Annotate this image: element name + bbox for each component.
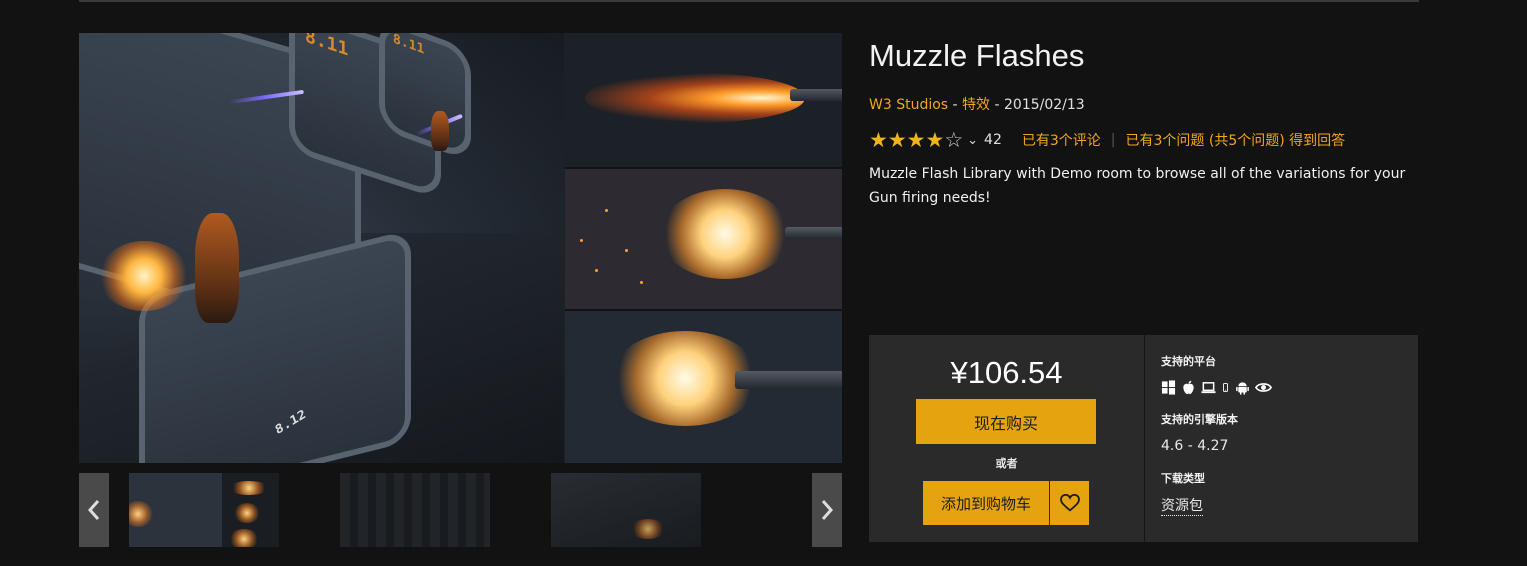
- eye-icon: [1255, 383, 1272, 392]
- panel-number: 8.11: [393, 33, 425, 58]
- star-rating[interactable]: ★★★★☆: [869, 127, 964, 152]
- spark: [595, 269, 598, 272]
- chevron-down-icon[interactable]: ⌄: [967, 133, 978, 148]
- thumbnail-flash: [229, 529, 259, 547]
- flash-burst: [660, 189, 790, 279]
- chevron-left-icon: [87, 500, 100, 520]
- wishlist-button[interactable]: [1050, 481, 1089, 525]
- seller-link[interactable]: W3 Studios: [869, 97, 948, 113]
- gun-barrel: [785, 227, 842, 239]
- price: ¥106.54: [950, 355, 1063, 390]
- thumbnail-1[interactable]: [129, 473, 279, 547]
- download-type-value: 资源包: [1161, 495, 1203, 516]
- panel-number: 8.11: [305, 33, 349, 61]
- rating-count: 42: [984, 132, 1002, 148]
- flash-example-2: [565, 169, 842, 309]
- gallery-next-button[interactable]: [812, 473, 842, 547]
- reviews-link[interactable]: 已有3个评论: [1022, 130, 1101, 150]
- add-to-cart-button[interactable]: 添加到购物车: [923, 481, 1049, 525]
- or-label: 或者: [995, 457, 1018, 470]
- mobile-icon: [1223, 383, 1228, 392]
- soldier-figure: [195, 213, 239, 323]
- buy-now-button[interactable]: 现在购买: [916, 399, 1096, 444]
- gun-barrel: [735, 371, 842, 389]
- demo-room-scene: 8.11 8.11 8.12: [79, 33, 564, 463]
- download-label: 下载类型: [1161, 472, 1205, 485]
- meta-separator: -: [948, 97, 963, 113]
- panel-number: 8.12: [273, 407, 308, 439]
- thumbnail-flash: [631, 519, 665, 539]
- heart-icon: [1059, 494, 1080, 512]
- platform-icons: [1161, 380, 1272, 395]
- star-filled-icon: ★: [887, 127, 907, 152]
- meta-separator: -: [990, 97, 1004, 113]
- star-filled-icon: ★: [869, 127, 888, 152]
- flash-example-1: [565, 33, 842, 167]
- questions-link[interactable]: 已有3个问题 (共5个问题) 得到回答: [1126, 130, 1346, 150]
- laptop-icon: [1201, 382, 1216, 394]
- android-icon: [1236, 382, 1249, 395]
- spark: [580, 239, 583, 242]
- engine-label: 支持的引擎版本: [1161, 413, 1238, 426]
- gallery-prev-button[interactable]: [79, 473, 109, 547]
- spark: [640, 281, 643, 284]
- flash-example-3: [565, 311, 842, 463]
- rating-row: ★★★★☆ ⌄ 42 已有3个评论 | 已有3个问题 (共5个问题) 得到回答: [869, 128, 1345, 152]
- gun-barrel: [790, 89, 842, 101]
- purchase-panel: ¥106.54 现在购买 或者 添加到购物车 支持的平台 支持的引擎版本 4.6…: [869, 335, 1418, 542]
- spark: [625, 249, 628, 252]
- star-filled-icon: ★: [906, 127, 926, 152]
- top-divider: [79, 0, 1419, 2]
- category-link[interactable]: 特效: [962, 97, 990, 113]
- link-separator: |: [1110, 132, 1116, 148]
- thumbnail-flash: [234, 503, 260, 523]
- soldier-figure: [431, 111, 449, 151]
- muzzle-flash: [99, 241, 189, 311]
- thumbnail-2[interactable]: [340, 473, 490, 547]
- thumbnail-3[interactable]: [551, 473, 701, 547]
- thumbnail-flash: [129, 501, 153, 527]
- product-description: Muzzle Flash Library with Demo room to b…: [869, 166, 1406, 206]
- flash-streak: [585, 73, 805, 123]
- chevron-right-icon: [821, 500, 834, 520]
- spark: [605, 209, 608, 212]
- engine-versions: 4.6 - 4.27: [1161, 438, 1229, 454]
- star-empty-icon: ☆: [944, 127, 964, 152]
- panel-divider: [1144, 335, 1145, 542]
- flash-examples: [565, 33, 842, 463]
- main-screenshot[interactable]: 8.11 8.11 8.12: [79, 33, 842, 463]
- star-filled-icon: ★: [925, 127, 945, 152]
- apple-icon: [1183, 380, 1194, 395]
- purchase-column: ¥106.54 现在购买 或者 添加到购物车: [869, 335, 1144, 542]
- product-title: Muzzle Flashes: [869, 38, 1085, 73]
- platforms-label: 支持的平台: [1161, 355, 1216, 368]
- release-date: 2015/02/13: [1004, 97, 1085, 113]
- download-type-link[interactable]: 资源包: [1161, 498, 1203, 516]
- windows-icon: [1161, 380, 1176, 395]
- thumbnail-flash: [229, 481, 269, 495]
- product-meta: W3 Studios - 特效 - 2015/02/13: [869, 94, 1085, 114]
